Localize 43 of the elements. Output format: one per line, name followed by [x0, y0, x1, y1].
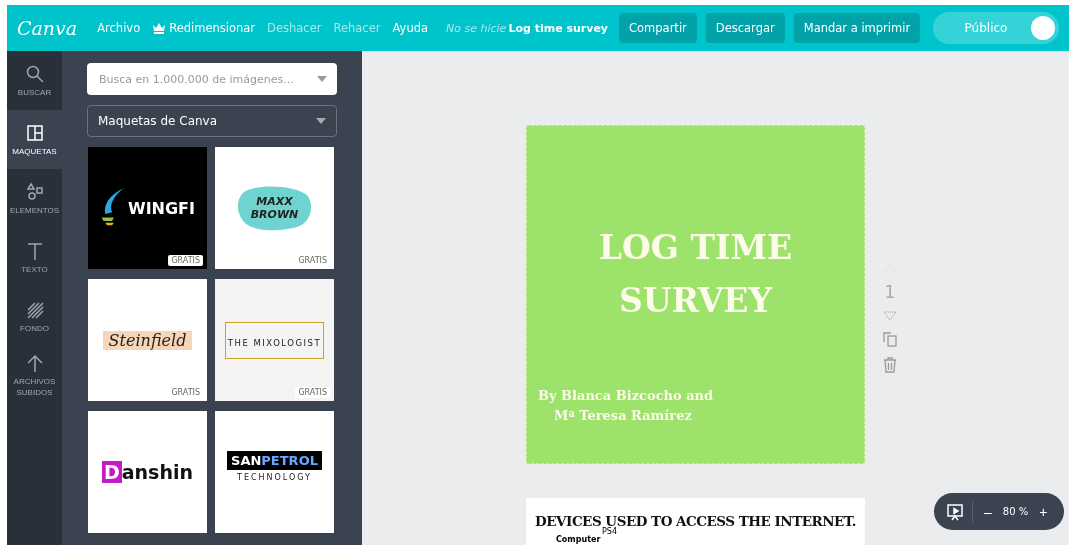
author-line: By Blanca Bizcocho and: [538, 387, 714, 405]
layout-icon: [24, 122, 45, 143]
template-thumbnail[interactable]: WINGFI GRATIS: [88, 147, 207, 269]
logo-text: Steinfield: [108, 330, 187, 350]
shapes-icon: [24, 181, 45, 202]
page-number: 1: [884, 283, 896, 301]
zoom-level: 80 %: [1002, 506, 1029, 517]
zoom-out-button[interactable]: –: [981, 503, 995, 520]
move-down-icon[interactable]: [883, 311, 897, 321]
chart-label: Computer: [556, 535, 601, 544]
save-status: No se hicie: [446, 21, 507, 35]
logo-text: anshin: [121, 461, 193, 483]
logo-text: SANPETROL: [227, 450, 322, 470]
zoom-in-button[interactable]: +: [1036, 503, 1051, 520]
toolbar-button[interactable]: Mandar a imprimir: [793, 13, 921, 43]
toolbar-button[interactable]: Descargar: [705, 13, 785, 43]
author-line: Mª Teresa Ramírez: [553, 407, 693, 425]
logo-tagline: TECHNOLOGY: [237, 472, 312, 482]
search-icon: [24, 63, 45, 84]
duplicate-icon[interactable]: [882, 331, 898, 347]
logo-text: THE MIXOLOGIST: [227, 337, 322, 348]
logo-text: MAXX BROWN: [250, 195, 299, 221]
sidebar-tab[interactable]: MAQUETAS: [7, 110, 62, 169]
template-thumbnail[interactable]: Steinfield GRATIS: [88, 279, 207, 401]
free-badge: GRATIS: [168, 255, 203, 266]
template-thumbnail[interactable]: MAXX BROWN GRATIS: [215, 147, 334, 269]
design-page[interactable]: DEVICES USED TO ACCESS THE INTERNET. Computer PS4: [526, 498, 865, 545]
template-thumbnail[interactable]: THE MIXOLOGIST GRATIS: [215, 279, 334, 401]
template-thumbnail[interactable]: SANPETROL TECHNOLOGY: [215, 411, 334, 533]
caret-icon: [317, 76, 327, 82]
toolbar-button[interactable]: Compartir: [619, 13, 697, 43]
category-dropdown[interactable]: Maquetas de Canva: [87, 105, 337, 137]
page-title: LOG TIME SURVEY: [597, 227, 794, 322]
present-icon[interactable]: [946, 502, 964, 521]
delete-icon[interactable]: [883, 357, 897, 373]
chart-label: PS4: [602, 527, 617, 536]
caret-icon: [316, 118, 326, 124]
free-badge: GRATIS: [295, 387, 330, 398]
logo-letter: D: [102, 461, 122, 483]
template-thumbnail[interactable]: Danshin: [88, 411, 207, 533]
crown-icon: [152, 22, 167, 34]
logo-text: WINGFI: [128, 198, 195, 218]
search-field[interactable]: Busca en 1.000.000 de imágenes...: [87, 63, 337, 95]
